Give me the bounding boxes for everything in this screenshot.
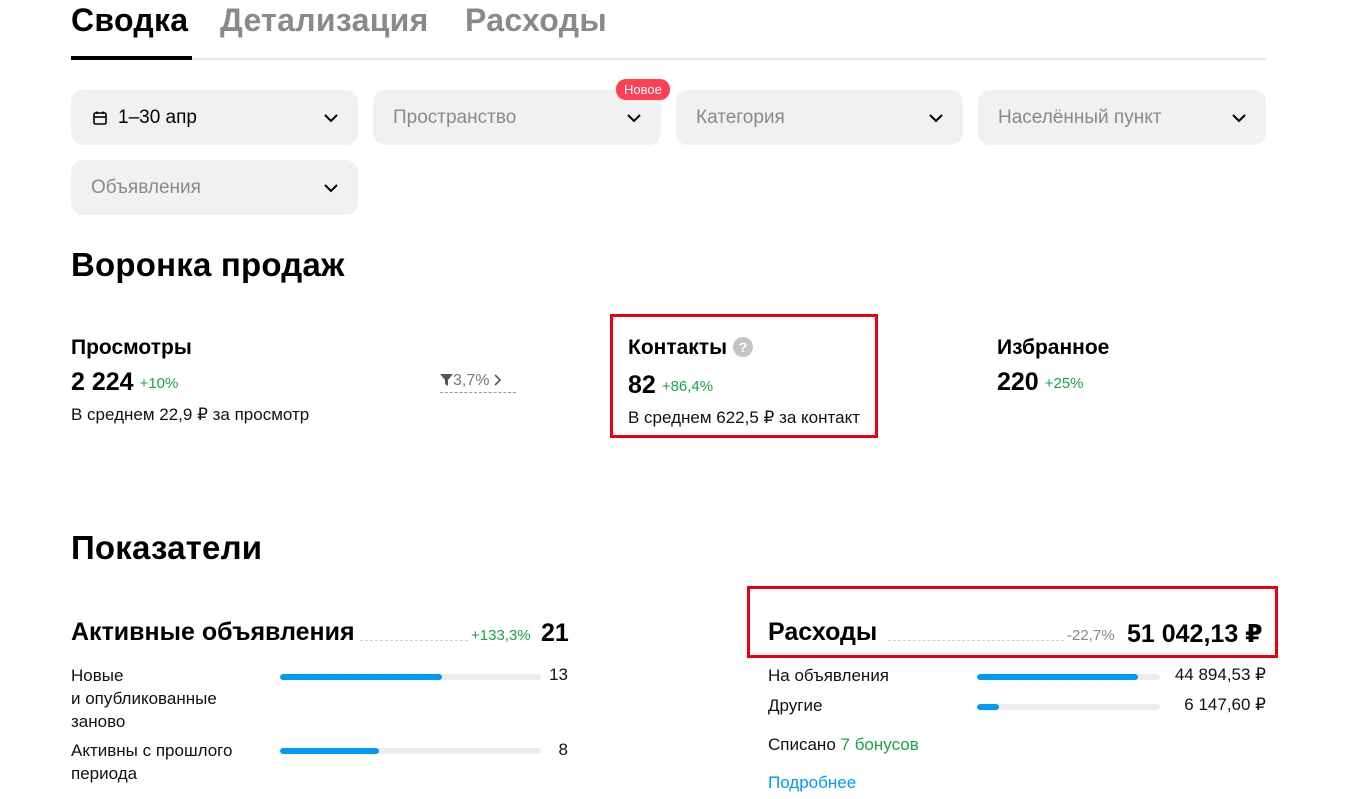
contacts-highlight-box xyxy=(610,314,878,438)
favorites-delta: +25% xyxy=(1044,375,1084,392)
conversion-link[interactable]: 3,7% xyxy=(440,372,516,393)
active-ads-row-new-value: 13 xyxy=(549,665,568,684)
written-off-text: Списано 7 бонусов xyxy=(768,733,919,756)
date-filter-label: 1–30 апр xyxy=(118,107,197,128)
locality-filter[interactable]: Населённый пункт xyxy=(978,90,1266,145)
ads-filter[interactable]: Объявления xyxy=(71,160,358,215)
written-off-prefix: Списано xyxy=(768,735,836,754)
favorites-value-block: 220 +25% xyxy=(997,368,1084,397)
tabs-bar: Сводка Детализация Расходы xyxy=(71,0,1266,60)
favorites-title: Избранное xyxy=(997,336,1110,359)
funnel-icon xyxy=(440,374,453,386)
conversion-value: 3,7% xyxy=(453,372,490,389)
active-ads-row-prev-value: 8 xyxy=(558,740,568,759)
progress-fill xyxy=(280,674,442,680)
more-details-link[interactable]: Подробнее xyxy=(768,773,856,793)
chevron-down-icon xyxy=(627,114,641,123)
locality-filter-label: Населённый пункт xyxy=(998,107,1162,128)
space-filter-label: Пространство xyxy=(393,107,517,128)
chevron-right-icon xyxy=(494,374,502,386)
active-ads-title: Активные объявления xyxy=(71,618,359,647)
progress-fill xyxy=(280,748,380,754)
active-tab-indicator xyxy=(71,56,192,60)
views-average: В среднем 22,9 ₽ за просмотр xyxy=(71,405,310,424)
chevron-down-icon xyxy=(324,184,338,193)
expenses-row-other-label: Другие xyxy=(768,696,823,715)
active-ads-row-prev-label: Активны с прошлого периода xyxy=(71,739,232,785)
favorites-value: 220 xyxy=(997,368,1039,396)
label-line: и опубликованные xyxy=(71,689,217,708)
progress-fill xyxy=(977,674,1139,680)
space-filter[interactable]: Пространство xyxy=(373,90,661,145)
new-badge: Новое xyxy=(616,79,670,100)
tab-expenses[interactable]: Расходы xyxy=(465,2,607,39)
expenses-row-other-bar xyxy=(977,704,1160,710)
indicators-title: Показатели xyxy=(71,529,263,566)
funnel-title: Воронка продаж xyxy=(71,246,345,283)
active-ads-row-prev-bar xyxy=(280,748,541,754)
active-ads-delta: +133,3% xyxy=(471,627,531,644)
views-value-block: 2 224 +10% xyxy=(71,368,178,397)
chevron-down-icon xyxy=(929,114,943,123)
calendar-icon xyxy=(93,111,107,125)
chevron-down-icon xyxy=(324,114,338,123)
label-line: заново xyxy=(71,712,126,731)
label-line: Новые xyxy=(71,666,124,685)
chevron-down-icon xyxy=(1232,114,1246,123)
category-filter-label: Категория xyxy=(696,107,785,128)
views-title: Просмотры xyxy=(71,336,192,359)
expenses-row-ads-bar xyxy=(977,674,1160,680)
tab-summary[interactable]: Сводка xyxy=(71,2,188,39)
views-delta: +10% xyxy=(139,375,179,392)
expenses-row-ads-value: 44 894,53 ₽ xyxy=(1174,665,1266,684)
active-ads-row-new-label: Новые и опубликованные заново xyxy=(71,664,217,733)
ads-filter-label: Объявления xyxy=(91,177,201,198)
expenses-highlight-box xyxy=(747,586,1278,658)
label-line: Активны с прошлого xyxy=(71,741,233,760)
category-filter[interactable]: Категория xyxy=(676,90,963,145)
tab-details[interactable]: Детализация xyxy=(220,2,429,39)
active-ads-value: 21 xyxy=(541,619,569,647)
date-filter[interactable]: 1–30 апр xyxy=(71,90,358,145)
views-value: 2 224 xyxy=(71,368,134,396)
bonus-link[interactable]: 7 бонусов xyxy=(841,735,919,754)
active-ads-row-new-bar xyxy=(280,674,541,680)
expenses-row-ads-label: На объявления xyxy=(768,666,890,685)
expenses-row-other-value: 6 147,60 ₽ xyxy=(1184,695,1266,714)
label-line: периода xyxy=(71,764,138,783)
progress-fill xyxy=(977,704,999,710)
